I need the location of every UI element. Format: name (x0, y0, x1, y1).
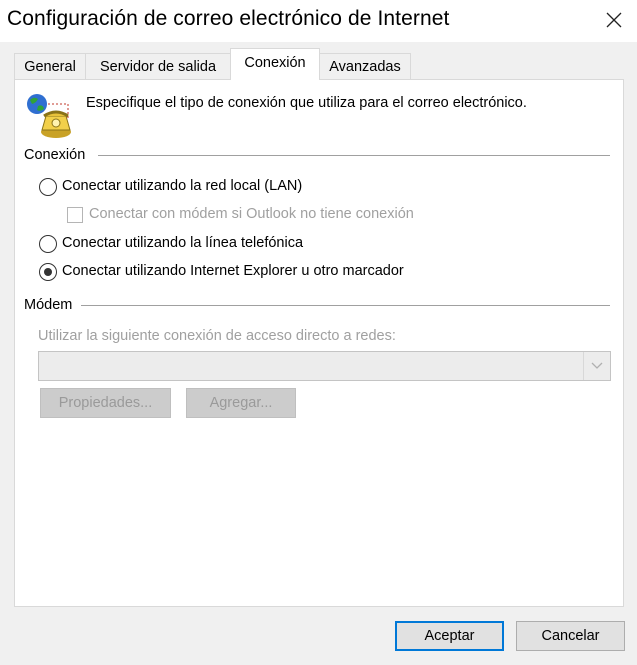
modem-group-label: Módem (24, 297, 73, 313)
tab-label: Avanzadas (329, 58, 401, 75)
ok-button-label: Aceptar (424, 628, 475, 644)
cancel-button-label: Cancelar (541, 628, 600, 644)
cancel-button[interactable]: Cancelar (516, 621, 625, 651)
modem-group-divider (81, 305, 610, 306)
modem-checkbox[interactable] (67, 207, 83, 223)
tab-label: Conexión (244, 55, 306, 71)
connection-group-divider (98, 155, 610, 156)
radio-lan[interactable] (39, 178, 57, 196)
tab-connection[interactable]: Conexión (230, 48, 320, 80)
properties-button[interactable]: Propiedades... (40, 388, 171, 418)
chevron-down-icon (591, 362, 603, 369)
radio-selected-dot (44, 268, 52, 276)
window-title: Configuración de correo electrónico de I… (7, 7, 450, 30)
ok-button[interactable]: Aceptar (395, 621, 504, 651)
title-bar: Configuración de correo electrónico de I… (0, 0, 637, 42)
connection-description: Especifique el tipo de conexión que util… (86, 95, 527, 111)
add-button-label: Agregar... (209, 395, 273, 411)
close-icon (606, 12, 622, 28)
connection-group-label: Conexión (24, 147, 86, 163)
add-button[interactable]: Agregar... (186, 388, 296, 418)
radio-lan-label[interactable]: Conectar utilizando la red local (LAN) (62, 178, 302, 194)
tab-label: General (24, 58, 76, 75)
properties-button-label: Propiedades... (58, 395, 153, 411)
globe-telephone-icon (27, 94, 71, 138)
radio-internet-explorer-label[interactable]: Conectar utilizando Internet Explorer u … (62, 263, 404, 279)
tab-advanced[interactable]: Avanzadas (319, 53, 411, 79)
tab-label: Servidor de salida (99, 58, 217, 75)
radio-phone-line[interactable] (39, 235, 57, 253)
radio-phone-line-label[interactable]: Conectar utilizando la línea telefónica (62, 235, 303, 251)
dialup-label: Utilizar la siguiente conexión de acceso… (38, 328, 396, 344)
close-button[interactable] (591, 0, 637, 40)
modem-checkbox-label: Conectar con módem si Outlook no tiene c… (89, 206, 414, 222)
dialup-connection-select[interactable] (38, 351, 611, 381)
dropdown-arrow[interactable] (583, 352, 610, 380)
tab-general[interactable]: General (14, 53, 86, 79)
tab-outgoing-server[interactable]: Servidor de salida (85, 53, 231, 79)
radio-internet-explorer[interactable] (39, 263, 57, 281)
